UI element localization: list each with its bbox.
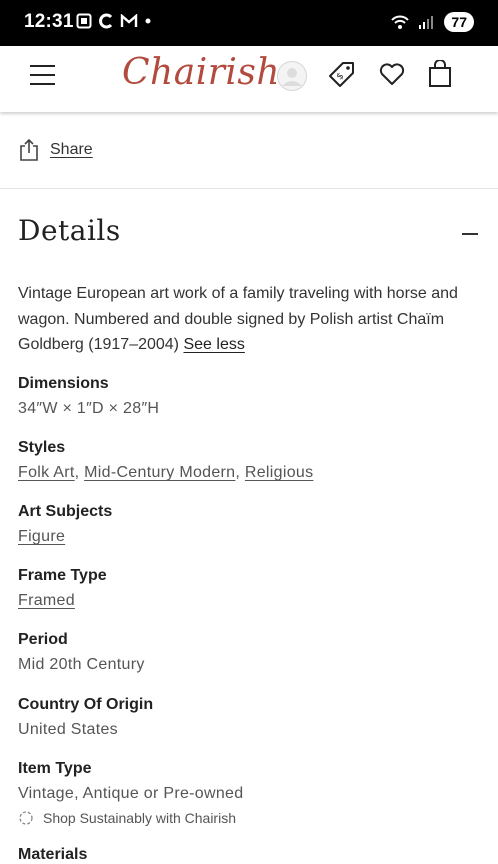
spec-label: Country Of Origin (18, 696, 154, 713)
status-notification-icons (76, 13, 152, 29)
style-link-religious[interactable]: Religious (245, 464, 314, 481)
spec-period: Period Mid 20th Century (18, 630, 145, 675)
price-tag-icon[interactable]: $ (328, 60, 356, 90)
collapse-icon[interactable] (462, 233, 478, 235)
recycle-icon (19, 811, 33, 825)
status-bar: 12:31 77 (0, 0, 498, 46)
spec-label: Frame Type (18, 567, 107, 584)
details-heading: Details (18, 214, 121, 247)
spec-label: Dimensions (18, 375, 109, 392)
spec-item-type: Item Type Vintage, Antique or Pre-owned (18, 759, 243, 804)
frame-type-link[interactable]: Framed (18, 592, 75, 609)
details-description: Vintage European art work of a family tr… (18, 281, 458, 358)
share-icon (20, 138, 38, 161)
spec-value: Mid 20th Century (18, 656, 145, 673)
art-subject-link[interactable]: Figure (18, 528, 65, 545)
spec-label: Styles (18, 439, 66, 456)
shopping-bag-icon[interactable] (428, 60, 452, 88)
sustainably-text: Shop Sustainably with Chairish (43, 810, 236, 826)
signal-icon (419, 16, 434, 29)
dot-icon (145, 18, 151, 24)
chairish-logo[interactable]: Chairish (122, 52, 280, 93)
account-icon[interactable] (276, 60, 308, 92)
see-less-link[interactable]: See less (183, 336, 244, 353)
spec-label: Art Subjects (18, 503, 113, 520)
spec-label: Period (18, 631, 68, 648)
status-time: 12:31 (24, 11, 74, 32)
screenshot-icon (76, 13, 92, 29)
spec-value: United States (18, 721, 118, 738)
style-link-folk-art[interactable]: Folk Art (18, 464, 75, 481)
spec-label: Item Type (18, 760, 92, 777)
battery-indicator: 77 (444, 12, 474, 32)
favorites-heart-icon[interactable] (378, 60, 406, 88)
spec-value: Vintage, Antique or Pre-owned (18, 785, 244, 802)
app-header: Chairish $ (0, 46, 498, 112)
style-link-mid-century-modern[interactable]: Mid-Century Modern (84, 464, 235, 481)
shop-sustainably-note: Shop Sustainably with Chairish (18, 810, 236, 826)
styles-links: Folk Art, Mid-Century Modern, Religious (18, 464, 314, 481)
share-button[interactable]: Share (18, 138, 93, 162)
spec-materials-label: Materials (18, 846, 88, 863)
spec-value: 34″W × 1″D × 28″H (18, 400, 160, 417)
spec-frame-type: Frame Type Framed (18, 566, 107, 611)
section-divider (0, 188, 498, 189)
menu-icon[interactable] (30, 65, 55, 87)
wifi-icon (391, 15, 410, 29)
spec-dimensions: Dimensions 34″W × 1″D × 28″H (18, 374, 159, 419)
spec-art-subjects: Art Subjects Figure (18, 502, 112, 547)
spec-styles: Styles Folk Art, Mid-Century Modern, Rel… (18, 438, 313, 483)
spec-country-of-origin: Country Of Origin United States (18, 695, 153, 740)
c-app-icon (99, 13, 113, 29)
gmail-icon (120, 14, 138, 27)
share-label[interactable]: Share (50, 141, 93, 159)
